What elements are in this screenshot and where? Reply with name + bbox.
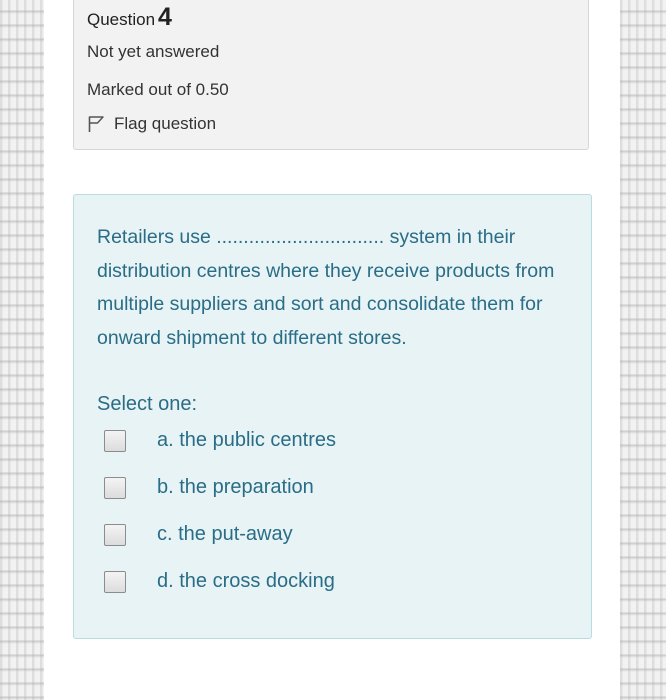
question-content-panel: Retailers use ..........................…	[73, 194, 592, 639]
question-text: Retailers use ..........................…	[97, 226, 555, 349]
answer-label: d. the cross docking	[157, 570, 335, 592]
question-marks: Marked out of 0.50	[87, 80, 229, 99]
left-background-strip	[0, 0, 44, 700]
answer-label: c. the put-away	[157, 523, 293, 545]
answer-checkbox[interactable]	[104, 429, 126, 452]
flag-question-label: Flag question	[114, 114, 217, 133]
answer-option-a[interactable]: a. the public centres	[104, 429, 336, 452]
flag-question-link[interactable]: Flag question	[87, 114, 216, 134]
flag-icon	[87, 115, 114, 133]
answer-option-c[interactable]: c. the put-away	[104, 523, 293, 546]
question-info-panel: Question 4 Not yet answered Marked out of…	[73, 0, 589, 150]
answer-checkbox[interactable]	[104, 523, 126, 546]
answer-label: a. the public centres	[157, 429, 336, 451]
question-label: Question	[87, 10, 156, 29]
question-status: Not yet answered	[87, 42, 220, 61]
answer-option-d[interactable]: d. the cross docking	[104, 570, 335, 593]
answer-label: b. the preparation	[157, 476, 314, 498]
question-heading: Question 4	[87, 3, 172, 32]
answer-checkbox[interactable]	[104, 570, 126, 593]
answer-checkbox[interactable]	[104, 476, 126, 499]
right-background-strip	[620, 0, 666, 700]
question-number: 4	[158, 3, 172, 31]
answer-option-b[interactable]: b. the preparation	[104, 476, 314, 499]
select-one-prompt: Select one:	[97, 393, 198, 415]
